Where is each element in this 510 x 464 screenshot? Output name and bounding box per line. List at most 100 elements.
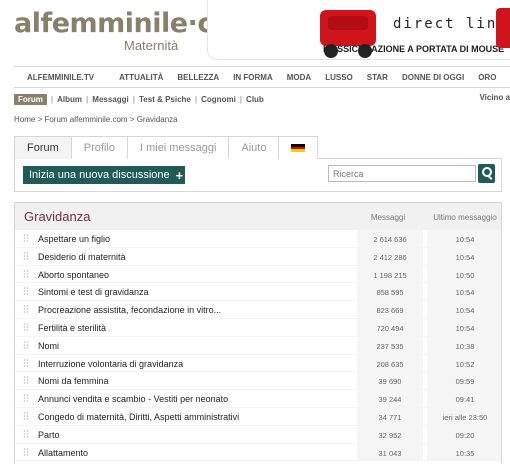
breadcrumb[interactable]: Home > Forum alfemminile.com > Gravidanz… <box>14 115 178 124</box>
topnav-item[interactable]: ATTUALITÀ <box>112 73 170 82</box>
forum-row[interactable]: Aspettare un figlio 2 614 636 10:54 <box>15 230 501 248</box>
forum-row-link[interactable]: Annunci vendita e scambio - Vestiti per … <box>38 394 228 404</box>
dotted-bullet-icon <box>23 251 29 260</box>
new-discussion-label: Inizia una nuova discussione <box>29 169 170 181</box>
forum-title: Gravidanza <box>24 209 91 224</box>
forum-tabs: Forum Profilo I miei messaggi Aiuto <box>14 136 502 159</box>
forum-row[interactable]: Fertilità e sterilità 720 494 10:54 <box>15 318 501 337</box>
top-navigation: ALFEMMINILE.TV ATTUALITÀ BELLEZZA IN FOR… <box>14 66 510 88</box>
plus-icon: + <box>175 167 184 183</box>
forum-row-count: 39 244 <box>357 390 423 407</box>
forum-row-last-message: 10:54 <box>427 283 501 301</box>
topnav-item[interactable]: ORO <box>471 73 503 82</box>
forum-row-link[interactable]: Nomi <box>38 341 59 351</box>
forum-row-count: 31 043 <box>357 443 423 461</box>
forum-header: Gravidanza Messaggi Ultimo messaggio <box>15 203 501 230</box>
action-bar: Inizia una nuova discussione + <box>14 159 502 192</box>
forum-row-last-message: 10:38 <box>427 336 501 354</box>
forum-row-link[interactable]: Desiderio di maternità <box>38 252 126 262</box>
forum-list: Gravidanza Messaggi Ultimo messaggio Asp… <box>14 202 502 464</box>
forum-row-link[interactable]: Nomi da femmina <box>38 376 109 386</box>
dotted-bullet-icon <box>23 234 29 242</box>
dotted-bullet-icon <box>23 412 29 420</box>
subnav-item[interactable]: Messaggi <box>88 95 132 104</box>
forum-row[interactable]: Congedo di maternità, Diritti, Aspetti a… <box>15 407 501 426</box>
dotted-bullet-icon <box>23 269 29 278</box>
forum-row-last-message: 10:54 <box>427 301 501 318</box>
subnav-item[interactable]: Club <box>242 95 268 104</box>
search-input[interactable] <box>328 165 476 182</box>
dotted-bullet-icon <box>23 429 29 438</box>
dotted-bullet-icon <box>23 394 29 402</box>
forum-row-last-message: 10:54 <box>427 230 501 247</box>
subnav-item[interactable]: Album <box>53 95 86 104</box>
german-flag-icon <box>291 144 306 153</box>
ad-banner[interactable]: direct line L'ASSICURAZIONE A PORTATA DI… <box>207 0 510 60</box>
banner-tagline: L'ASSICURAZIONE A PORTATA DI MOUSE <box>323 44 505 54</box>
forum-row-last-message: 09:59 <box>427 372 501 390</box>
search-icon[interactable] <box>478 164 495 183</box>
topnav-item[interactable]: MODA <box>280 73 318 82</box>
tab-my-messages[interactable]: I miei messaggi <box>126 136 230 159</box>
dotted-bullet-icon <box>23 447 29 456</box>
forum-row-link[interactable]: Fertilità e sterilità <box>38 323 106 333</box>
dotted-bullet-icon <box>23 340 29 349</box>
forum-row-last-message: 09:41 <box>427 390 501 407</box>
subnav-item[interactable]: Test & Psiche <box>135 95 195 104</box>
topnav-item[interactable]: DONNE DI OGGI <box>395 73 471 82</box>
forum-row[interactable]: Interruzione volontaria di gravidanza 208… <box>15 354 501 373</box>
forum-row-count: 39 690 <box>357 372 423 390</box>
forum-row[interactable]: Nomi da femmina 39 690 09:59 <box>15 372 501 391</box>
forum-row[interactable]: Allattamento 31 043 10:35 <box>15 443 501 462</box>
subnav-item-forum[interactable]: Forum <box>14 93 47 105</box>
forum-row-count: 823 669 <box>357 301 423 318</box>
dotted-bullet-icon <box>23 323 29 331</box>
dotted-bullet-icon <box>23 305 29 313</box>
tab-help[interactable]: Aiuto <box>228 136 280 159</box>
forum-row-link[interactable]: Aspettare un figlio <box>38 234 110 244</box>
forum-row-count: 720 494 <box>357 318 423 336</box>
banner-brand: direct line <box>393 16 508 32</box>
sub-navigation: Forum | Album | Messaggi | Test & Psiche | C… <box>14 92 510 106</box>
forum-row-link[interactable]: Sintomi e test di gravidanza <box>38 287 149 297</box>
forum-row[interactable]: Parto 32 952 09:20 <box>15 425 501 444</box>
forum-row-last-message: 10:52 <box>427 354 501 372</box>
forum-row-link[interactable]: Congedo di maternità, Diritti, Aspetti a… <box>38 412 239 422</box>
topnav-item[interactable]: BELLEZZA <box>170 73 226 82</box>
new-discussion-button[interactable]: Inizia una nuova discussione + <box>23 166 185 184</box>
forum-row[interactable]: Sintomi e test di gravidanza 858 595 10:54 <box>15 283 501 302</box>
forum-row-count: 2 412 286 <box>357 247 423 265</box>
forum-row-link[interactable]: Allattamento <box>38 448 88 458</box>
site-section-label: Maternità <box>124 38 179 53</box>
messages-column-header: Messaggi <box>370 213 406 222</box>
dotted-bullet-icon <box>23 358 29 367</box>
topnav-item[interactable]: ALFEMMINILE.TV <box>14 73 112 82</box>
dotted-bullet-icon <box>23 287 29 296</box>
red-phone-icon <box>320 10 376 58</box>
topnav-item[interactable]: IN FORMA <box>226 73 280 82</box>
forum-row[interactable]: Procreazione assistita, fecondazione in … <box>15 301 501 319</box>
tab-forum[interactable]: Forum <box>14 136 72 159</box>
forum-row-link[interactable]: Procreazione assistita, fecondazione in … <box>38 305 221 315</box>
dotted-bullet-icon <box>23 376 29 385</box>
subnav-item[interactable]: Cognomi <box>197 95 240 104</box>
forum-row-link[interactable]: Parto <box>38 430 60 440</box>
forum-row[interactable]: Annunci vendita e scambio - Vestiti per … <box>15 390 501 408</box>
forum-row-link[interactable]: Interruzione volontaria di gravidanza <box>38 359 183 369</box>
topnav-item[interactable]: LUSSO <box>318 73 360 82</box>
forum-row-count: 32 952 <box>357 425 423 443</box>
forum-row-count: 208 635 <box>357 354 423 372</box>
forum-row[interactable]: Aborto spontaneo 1 198 215 10:50 <box>15 265 501 284</box>
forum-row-last-message: ieri alle 23:50 <box>427 407 501 425</box>
tab-profile[interactable]: Profilo <box>70 136 128 159</box>
last-message-column-header: Ultimo messaggio <box>433 213 497 222</box>
topnav-item[interactable]: STAR <box>360 73 395 82</box>
forum-row[interactable]: Nomi 237 535 10:38 <box>15 336 501 355</box>
forum-row-last-message: 10:35 <box>427 443 501 461</box>
forum-row-link[interactable]: Aborto spontaneo <box>38 270 109 280</box>
tab-language[interactable] <box>278 136 319 159</box>
forum-row-count: 858 595 <box>357 283 423 301</box>
forum-row[interactable]: Desiderio di maternità 2 412 286 10:54 <box>15 247 501 266</box>
subnav-item-nearby[interactable]: Vicino a <box>479 93 510 102</box>
forum-row-last-message: 09:20 <box>427 425 501 443</box>
